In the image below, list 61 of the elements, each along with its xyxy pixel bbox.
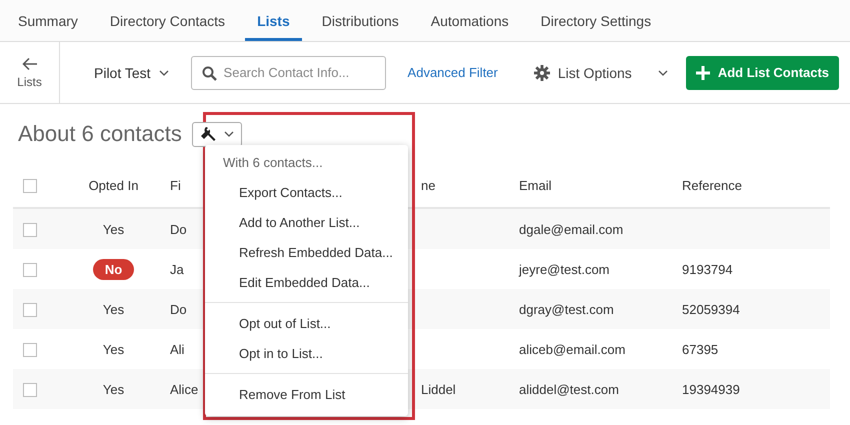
chevron-down-icon: [658, 70, 668, 76]
table-cell: jeyre@test.com: [519, 262, 610, 276]
search-field[interactable]: Search Contact Info...: [190, 56, 386, 90]
column-header: ne: [421, 178, 436, 193]
checkbox[interactable]: [23, 302, 37, 317]
menu-item[interactable]: Edit Embedded Data...: [205, 268, 408, 298]
menu-item[interactable]: Export Contacts...: [205, 178, 408, 208]
table-cell: 52059394: [682, 302, 740, 316]
table-cell: Liddel: [421, 382, 456, 396]
advanced-filter-link[interactable]: Advanced Filter: [408, 65, 498, 80]
opted-in-text: Yes: [102, 222, 124, 236]
table-cell: Do: [170, 222, 187, 236]
opted-out-badge: No: [92, 258, 134, 280]
tools-dropdown-button[interactable]: [192, 122, 242, 146]
menu-item[interactable]: Add to Another List...: [205, 208, 408, 238]
column-header: Opted In: [88, 178, 138, 193]
column-header: Fi: [170, 178, 181, 193]
nav-tab[interactable]: Lists: [245, 0, 302, 41]
contacts-count-heading: About 6 contacts: [18, 121, 182, 147]
table-cell: 9193794: [682, 262, 733, 276]
table-cell: 19394939: [682, 382, 740, 396]
nav-tab[interactable]: Directory Contacts: [98, 0, 238, 41]
plus-icon: [696, 66, 710, 80]
opted-in-text: Yes: [102, 342, 124, 356]
menu-header: With 6 contacts...: [222, 154, 324, 172]
menu-item[interactable]: Refresh Embedded Data...: [205, 238, 408, 268]
opted-in-text: Yes: [102, 382, 124, 396]
chevron-down-icon: [158, 70, 169, 76]
menu-item[interactable]: Opt out of List...: [205, 309, 408, 339]
menu-item[interactable]: Opt in to List...: [205, 339, 408, 369]
table-cell: aliddel@test.com: [519, 382, 619, 396]
checkbox[interactable]: [23, 179, 37, 194]
table-cell: aliceb@email.com: [519, 342, 626, 356]
nav-tab[interactable]: Summary: [6, 0, 90, 41]
search-icon: [202, 66, 217, 80]
menu-item[interactable]: Remove From List: [205, 380, 408, 410]
checkbox[interactable]: [23, 382, 37, 397]
add-list-contacts-button[interactable]: Add List Contacts: [686, 56, 840, 90]
back-button[interactable]: Lists: [0, 42, 60, 103]
table-cell: Alice: [170, 382, 198, 396]
back-arrow-icon: [22, 56, 38, 70]
settings-icon: [534, 64, 550, 80]
table-cell: dgale@email.com: [519, 222, 624, 236]
table-cell: Ja: [170, 262, 184, 276]
table-cell: Do: [170, 302, 187, 316]
checkbox[interactable]: [23, 342, 37, 357]
wrench-icon: [200, 126, 216, 142]
column-header: Email: [519, 178, 552, 193]
nav-tab[interactable]: Distributions: [310, 0, 411, 41]
nav-tab[interactable]: Automations: [418, 0, 521, 41]
checkbox[interactable]: [23, 222, 37, 237]
nav-tab[interactable]: Directory Settings: [528, 0, 664, 41]
opted-in-text: Yes: [102, 302, 124, 316]
list-options-menu[interactable]: List Options: [534, 64, 668, 80]
table-cell: 67395: [682, 342, 718, 356]
column-header: Reference: [682, 178, 742, 193]
table-cell: dgray@test.com: [519, 302, 614, 316]
list-selector[interactable]: Pilot Test: [94, 64, 169, 80]
table-cell: Ali: [170, 342, 184, 356]
chevron-down-icon: [224, 131, 234, 137]
checkbox[interactable]: [23, 262, 37, 277]
